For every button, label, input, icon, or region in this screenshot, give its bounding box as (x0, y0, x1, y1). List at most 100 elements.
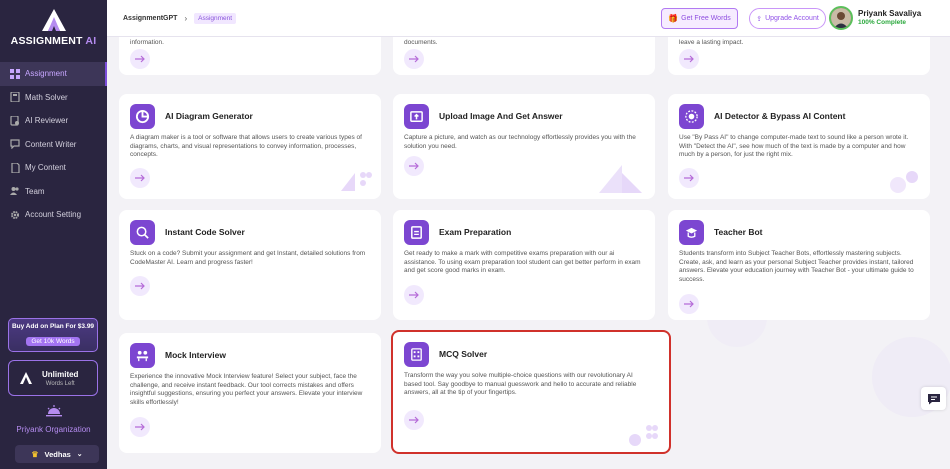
tool-card-ai-detector[interactable]: AI Detector & Bypass AI Content Use "By … (668, 94, 930, 199)
sidebar-item-label: My Content (25, 163, 66, 173)
clipboard-icon (404, 220, 429, 245)
card-title: MCQ Solver (439, 349, 488, 359)
arrow-right-icon[interactable] (130, 49, 150, 69)
card-title: Exam Preparation (439, 227, 512, 237)
chat-icon (9, 139, 20, 150)
card-description: Get ready to make a mark with competitiv… (404, 250, 641, 275)
tool-card-teacher-bot[interactable]: Teacher Bot Students transform into Subj… (668, 210, 930, 320)
document-icon (9, 162, 20, 173)
sidebar-item-label: Account Setting (25, 210, 82, 220)
card-title: AI Detector & Bypass AI Content (714, 111, 846, 121)
interview-icon (130, 343, 155, 368)
sidebar-item-label: Content Writer (25, 139, 77, 149)
card-description: documents. (404, 39, 438, 46)
breadcrumb-current[interactable]: Assignment (194, 12, 237, 24)
gear-icon (9, 209, 20, 220)
decoration-icon (341, 172, 372, 191)
organization-name: Priyank Organization (16, 425, 91, 434)
arrow-right-icon[interactable] (404, 49, 424, 69)
card-title: AI Diagram Generator (165, 111, 253, 121)
arrow-right-icon[interactable] (679, 294, 699, 314)
addon-promo: Buy Add on Plan For $3.99 Get 10k Words (8, 318, 98, 352)
upgrade-icon: ⇪ (756, 15, 763, 23)
code-search-icon (130, 220, 155, 245)
breadcrumb-home[interactable]: AssignmentGPT (123, 15, 177, 22)
organization[interactable]: Priyank Organization (0, 404, 107, 434)
workspace-selector[interactable]: ♛ Vedhas ⌄ (15, 445, 99, 463)
card-description: information. (130, 39, 164, 46)
app-name: ASSIGNMENT AI (10, 35, 97, 47)
calculator-icon (9, 92, 20, 103)
card-description: A diagram maker is a tool or software th… (130, 134, 362, 159)
card-title: Upload Image And Get Answer (439, 111, 563, 121)
teacher-icon (679, 220, 704, 245)
sidebar-item-label: Team (25, 186, 45, 196)
card-description: Transform the way you solve multiple-cho… (404, 372, 637, 397)
free-words-label: Get Free Words (681, 15, 731, 22)
tool-card-exam-preparation[interactable]: Exam Preparation Get ready to make a mar… (393, 210, 655, 320)
team-icon (9, 186, 20, 197)
sidebar-item-ai-reviewer[interactable]: AI Reviewer (0, 109, 107, 133)
chevron-down-icon: ⌄ (76, 451, 83, 458)
card-title: Teacher Bot (714, 227, 763, 237)
sidebar-item-assignment[interactable]: Assignment (0, 62, 107, 86)
decoration-icon (599, 165, 642, 193)
arrow-right-icon[interactable] (679, 49, 699, 69)
addon-title: Buy Add on Plan For $3.99 (11, 323, 95, 330)
detector-icon (679, 104, 704, 129)
upgrade-account-button[interactable]: ⇪ Upgrade Account (749, 8, 826, 29)
arrow-right-icon[interactable] (679, 168, 699, 188)
decoration-icon (890, 171, 918, 193)
sidebar-item-content-writer[interactable]: Content Writer (0, 133, 107, 157)
top-header: AssignmentGPT › Assignment 🎁 Get Free Wo… (107, 0, 950, 37)
card-description: leave a lasting impact. (679, 39, 744, 46)
tool-card-partial[interactable]: leave a lasting impact. (668, 37, 930, 75)
decoration-icon (629, 425, 658, 446)
mcq-icon (404, 342, 429, 367)
reviewer-icon (9, 115, 20, 126)
chat-support-button[interactable] (921, 387, 946, 410)
tool-card-upload-image[interactable]: Upload Image And Get Answer Capture a pi… (393, 94, 655, 199)
plan-logo-icon (20, 372, 32, 384)
sidebar-item-math-solver[interactable]: Math Solver (0, 86, 107, 110)
upgrade-label: Upgrade Account (765, 15, 819, 22)
tool-card-instant-code-solver[interactable]: Instant Code Solver Stuck on a code? Sub… (119, 210, 381, 320)
tool-card-partial[interactable]: documents. (393, 37, 655, 75)
pie-chart-icon (130, 104, 155, 129)
get-free-words-button[interactable]: 🎁 Get Free Words (661, 8, 738, 29)
gift-icon: 🎁 (668, 14, 679, 23)
get-words-button[interactable]: Get 10k Words (26, 337, 80, 346)
sidebar-nav: Assignment Math Solver AI Reviewer Conte… (0, 62, 107, 227)
sidebar-item-label: Assignment (25, 69, 67, 79)
card-description: Experience the innovative Mock Interview… (130, 373, 363, 406)
tool-card-partial[interactable]: information. (119, 37, 381, 75)
tool-card-ai-diagram-generator[interactable]: AI Diagram Generator A diagram maker is … (119, 94, 381, 199)
user-name: Priyank Savaliya (858, 9, 922, 18)
tools-grid: information. documents. leave a lasting … (107, 37, 950, 469)
sunrise-icon (45, 405, 62, 417)
profile-completion: 100% Complete (858, 19, 907, 26)
tool-card-mcq-solver[interactable]: MCQ Solver Transform the way you solve m… (391, 330, 671, 454)
arrow-right-icon[interactable] (130, 417, 150, 437)
chat-icon (927, 393, 940, 404)
card-description: Students transform into Subject Teacher … (679, 250, 914, 283)
tool-card-mock-interview[interactable]: Mock Interview Experience the innovative… (119, 333, 381, 453)
sidebar: ASSIGNMENT AI Assignment Math Solver AI … (0, 0, 107, 469)
sidebar-item-label: AI Reviewer (25, 116, 69, 126)
arrow-right-icon[interactable] (404, 156, 424, 176)
arrow-right-icon[interactable] (404, 285, 424, 305)
sidebar-item-team[interactable]: Team (0, 180, 107, 204)
plan-card: Unlimited Words Left (8, 360, 98, 396)
arrow-right-icon[interactable] (130, 168, 150, 188)
logo-icon (41, 9, 66, 31)
sidebar-item-my-content[interactable]: My Content (0, 156, 107, 180)
arrow-right-icon[interactable] (130, 276, 150, 296)
chevron-right-icon: › (184, 13, 188, 23)
app-logo[interactable]: ASSIGNMENT AI (0, 8, 107, 47)
arrow-right-icon[interactable] (404, 410, 424, 430)
image-upload-icon (404, 104, 429, 129)
workspace-name: Vedhas (44, 449, 71, 459)
card-description: Use "By Pass AI" to change computer-made… (679, 134, 909, 159)
avatar[interactable] (829, 6, 853, 30)
sidebar-item-account-setting[interactable]: Account Setting (0, 203, 107, 227)
